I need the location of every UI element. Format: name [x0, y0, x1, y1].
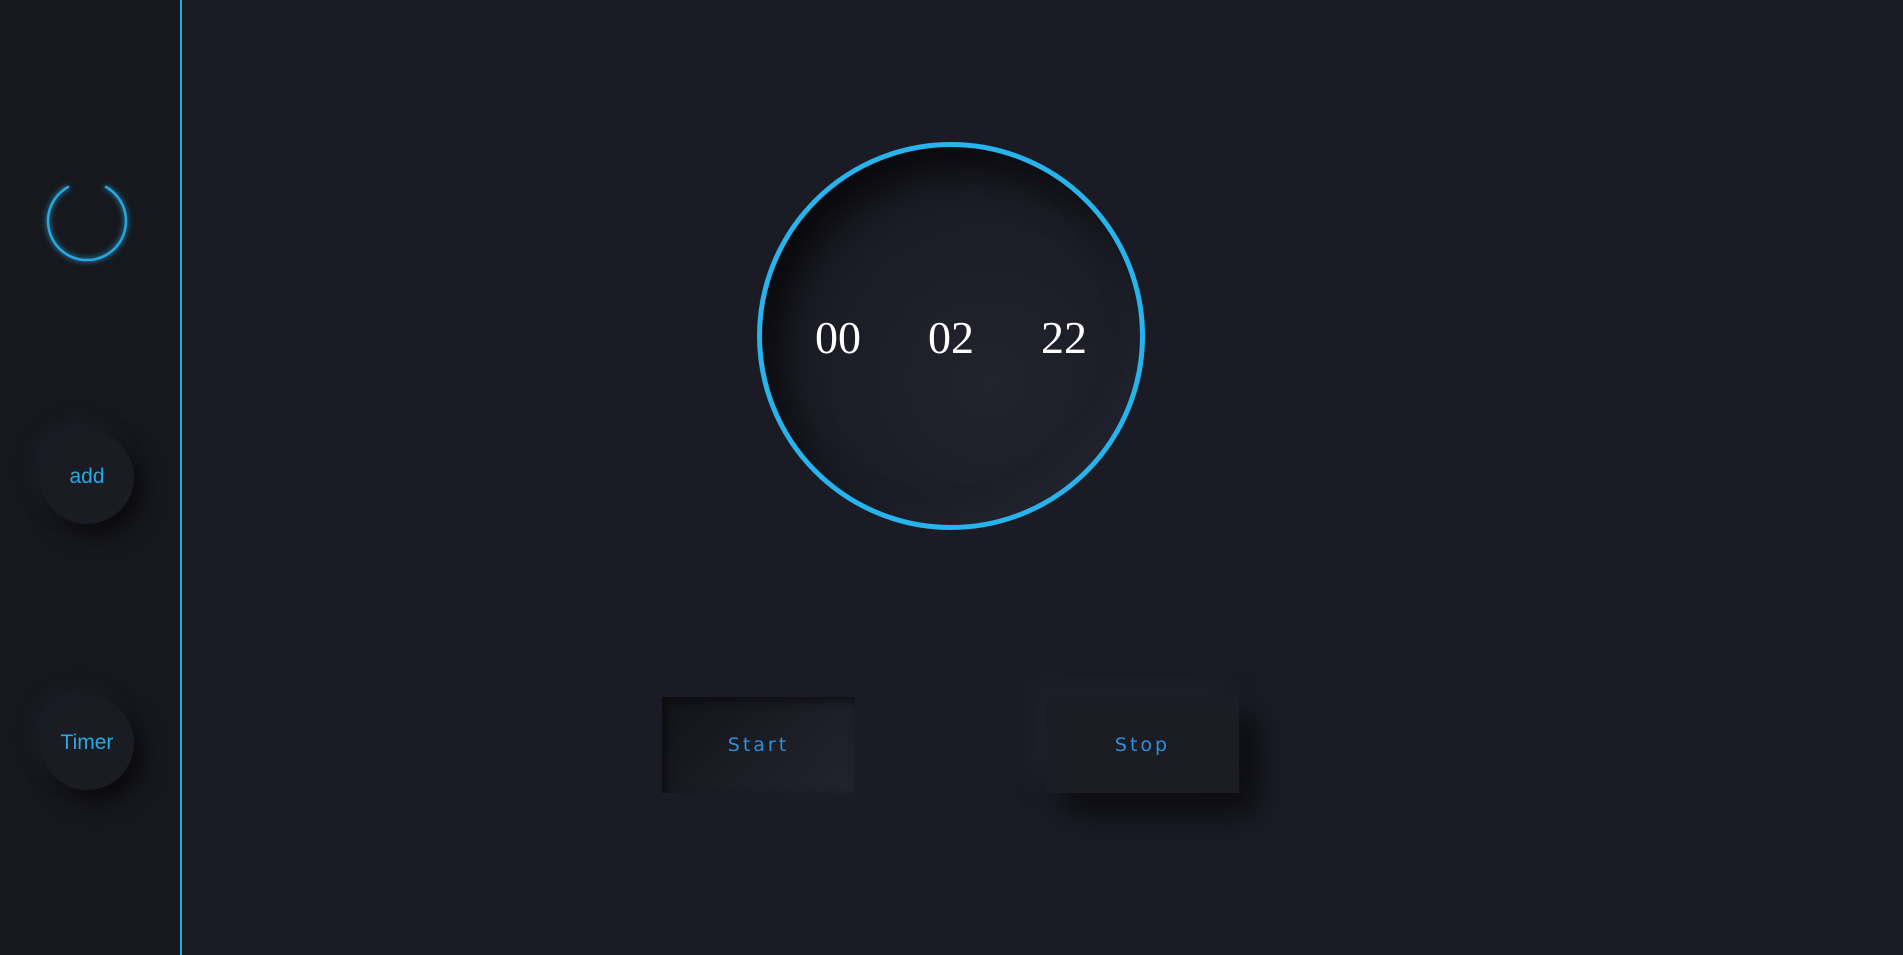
- timer-button[interactable]: Timer: [40, 696, 134, 790]
- hours-value: 00: [815, 312, 861, 363]
- start-button[interactable]: Start: [662, 697, 855, 793]
- timer-readout: 00 02 22: [762, 315, 1140, 361]
- app-root: add Timer 00 02 22 Start Stop: [0, 0, 1903, 955]
- sidebar: add Timer: [0, 0, 182, 955]
- add-button[interactable]: add: [40, 430, 134, 524]
- minutes-value: 02: [928, 312, 974, 363]
- seconds-value: 22: [1041, 312, 1087, 363]
- timer-dial: 00 02 22: [757, 142, 1145, 530]
- stop-button[interactable]: Stop: [1046, 697, 1239, 793]
- power-icon: [46, 169, 128, 262]
- power-button[interactable]: [44, 165, 130, 262]
